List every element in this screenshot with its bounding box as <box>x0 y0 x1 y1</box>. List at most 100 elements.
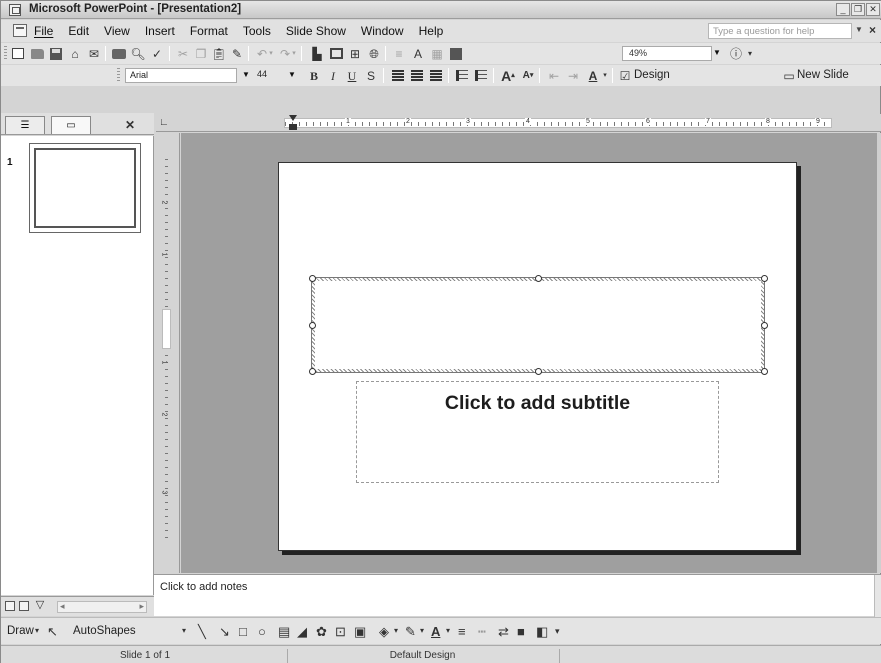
decrease-indent-icon[interactable]: ⇤ <box>546 68 562 83</box>
menu-insert[interactable]: Insert <box>145 24 175 38</box>
tables-borders-icon[interactable]: ⊞ <box>347 46 363 61</box>
menu-slide-show[interactable]: Slide Show <box>286 24 346 38</box>
clip-art-icon[interactable]: ⊡ <box>335 624 346 638</box>
arrow-icon[interactable]: ↘ <box>219 624 230 638</box>
slide-show-view-icon[interactable]: ▽ <box>32 598 48 613</box>
powerpoint-app-icon[interactable] <box>9 4 21 16</box>
rectangle-icon[interactable]: □ <box>239 624 247 638</box>
font-color-draw-icon[interactable]: A <box>431 624 440 638</box>
undo-dropdown-icon[interactable]: ▾ <box>267 46 275 61</box>
decrease-font-size-icon[interactable]: A ▾ <box>520 68 536 83</box>
line-color-dropdown-icon[interactable]: ▾ <box>420 624 424 638</box>
notes-placeholder[interactable]: Click to add notes <box>160 581 247 593</box>
tab-slides[interactable]: ▭ <box>51 116 91 134</box>
insert-chart-icon[interactable]: ▙ <box>309 46 325 61</box>
scroll-left-icon[interactable]: ◂ <box>60 601 65 612</box>
align-center-icon[interactable] <box>409 68 425 83</box>
align-left-icon[interactable] <box>390 68 406 83</box>
design-icon[interactable]: ☑ <box>617 68 633 83</box>
indent-marker[interactable] <box>289 115 297 131</box>
design-button[interactable]: Design <box>634 69 670 81</box>
shadow-style-icon[interactable]: ■ <box>517 624 525 638</box>
zoom-dropdown-icon[interactable]: ▼ <box>713 48 721 57</box>
oval-icon[interactable]: ○ <box>258 624 266 638</box>
tab-stop-selector-icon[interactable]: ∟ <box>159 117 169 128</box>
cut-icon[interactable]: ✂ <box>175 46 191 61</box>
insert-table-icon[interactable] <box>328 46 344 61</box>
tab-outline[interactable]: ☰ <box>5 116 45 134</box>
new-slide-icon[interactable]: ▭ <box>781 68 797 83</box>
insert-picture-icon[interactable]: ▣ <box>354 624 366 638</box>
title-placeholder[interactable] <box>311 277 765 373</box>
toolbar-grip[interactable] <box>4 46 7 61</box>
restore-button[interactable]: ❐ <box>851 3 865 16</box>
line-color-icon[interactable]: ✎ <box>405 624 416 638</box>
document-icon[interactable] <box>13 24 27 37</box>
new-icon[interactable] <box>10 46 26 61</box>
dash-style-icon[interactable]: ┅ <box>478 624 486 638</box>
resize-handle[interactable] <box>309 322 316 329</box>
increase-indent-icon[interactable]: ⇥ <box>565 68 581 83</box>
copy-icon[interactable]: ❐ <box>193 46 209 61</box>
3d-style-icon[interactable]: ◧ <box>536 624 548 638</box>
numbering-icon[interactable] <box>454 68 470 83</box>
resize-handle[interactable] <box>309 275 316 282</box>
minimize-button[interactable]: _ <box>836 3 850 16</box>
normal-view-icon[interactable] <box>5 601 15 611</box>
resize-handle[interactable] <box>535 368 542 375</box>
menu-file[interactable]: File <box>34 24 53 38</box>
diagram-icon[interactable]: ✿ <box>316 624 327 638</box>
subtitle-placeholder[interactable]: Click to add subtitle <box>356 381 719 483</box>
toolbar-options-icon[interactable]: ▾ <box>746 46 754 61</box>
redo-dropdown-icon[interactable]: ▾ <box>290 46 298 61</box>
notes-scrollbar[interactable] <box>874 575 881 617</box>
shadow-button[interactable]: S <box>363 68 379 83</box>
horizontal-scrollbar[interactable]: ◂ ▸ <box>57 601 147 613</box>
slide[interactable]: Click to add subtitle <box>278 162 797 551</box>
show-formatting-icon[interactable]: A <box>410 46 426 61</box>
scroll-right-icon[interactable]: ▸ <box>139 601 144 612</box>
new-slide-button[interactable]: New Slide <box>797 69 849 81</box>
save-icon[interactable] <box>48 46 64 61</box>
pane-close-icon[interactable]: ✕ <box>125 118 135 132</box>
document-close-icon[interactable]: × <box>869 23 876 37</box>
drawing-toolbar-options-icon[interactable]: ▾ <box>555 624 560 638</box>
resize-handle[interactable] <box>309 368 316 375</box>
spelling-icon[interactable]: ✓ <box>149 46 165 61</box>
wordart-icon[interactable]: ◢ <box>297 624 307 638</box>
menu-help[interactable]: Help <box>419 24 444 38</box>
insert-hyperlink-icon[interactable]: 🌐︎ <box>366 46 382 61</box>
slide-thumbnail[interactable] <box>29 143 141 233</box>
bullets-icon[interactable] <box>473 68 489 83</box>
fill-color-dropdown-icon[interactable]: ▾ <box>394 624 398 638</box>
draw-dropdown-icon[interactable]: ▾ <box>35 624 39 638</box>
permission-icon[interactable]: ⌂ <box>67 46 83 61</box>
toolbar-grip[interactable] <box>117 68 120 83</box>
autoshapes-menu-button[interactable]: AutoShapes <box>73 625 136 637</box>
autoshapes-dropdown-icon[interactable]: ▾ <box>182 624 186 638</box>
font-size-dropdown-icon[interactable]: ▼ <box>288 70 296 79</box>
text-box-icon[interactable]: ▤ <box>278 624 290 638</box>
font-size-select[interactable]: 44 <box>254 68 284 83</box>
slide-canvas[interactable]: Click to add subtitle <box>181 133 881 573</box>
slide-sorter-view-icon[interactable] <box>19 601 29 611</box>
menu-view[interactable]: View <box>104 24 130 38</box>
menu-window[interactable]: Window <box>361 24 404 38</box>
align-right-icon[interactable] <box>428 68 444 83</box>
resize-handle[interactable] <box>761 368 768 375</box>
bold-button[interactable]: B <box>306 68 322 83</box>
zoom-select[interactable]: 49% <box>622 46 712 61</box>
draw-menu-button[interactable]: Draw <box>7 625 34 637</box>
notes-pane[interactable]: Click to add notes <box>154 574 881 617</box>
increase-font-size-icon[interactable]: A ▴ <box>500 68 516 83</box>
menu-format[interactable]: Format <box>190 24 228 38</box>
font-name-select[interactable]: Arial <box>125 68 237 83</box>
line-style-icon[interactable]: ≡ <box>458 624 466 638</box>
font-dropdown-icon[interactable]: ▼ <box>242 70 250 79</box>
show-grid-icon[interactable]: ▦ <box>429 46 445 61</box>
arrow-style-icon[interactable]: ⇄ <box>498 624 509 638</box>
font-color-dropdown-icon[interactable]: ▾ <box>601 68 609 83</box>
line-icon[interactable]: ╲ <box>198 624 206 638</box>
print-icon[interactable] <box>111 46 127 61</box>
help-dropdown-arrow-icon[interactable]: ▼ <box>855 25 863 34</box>
